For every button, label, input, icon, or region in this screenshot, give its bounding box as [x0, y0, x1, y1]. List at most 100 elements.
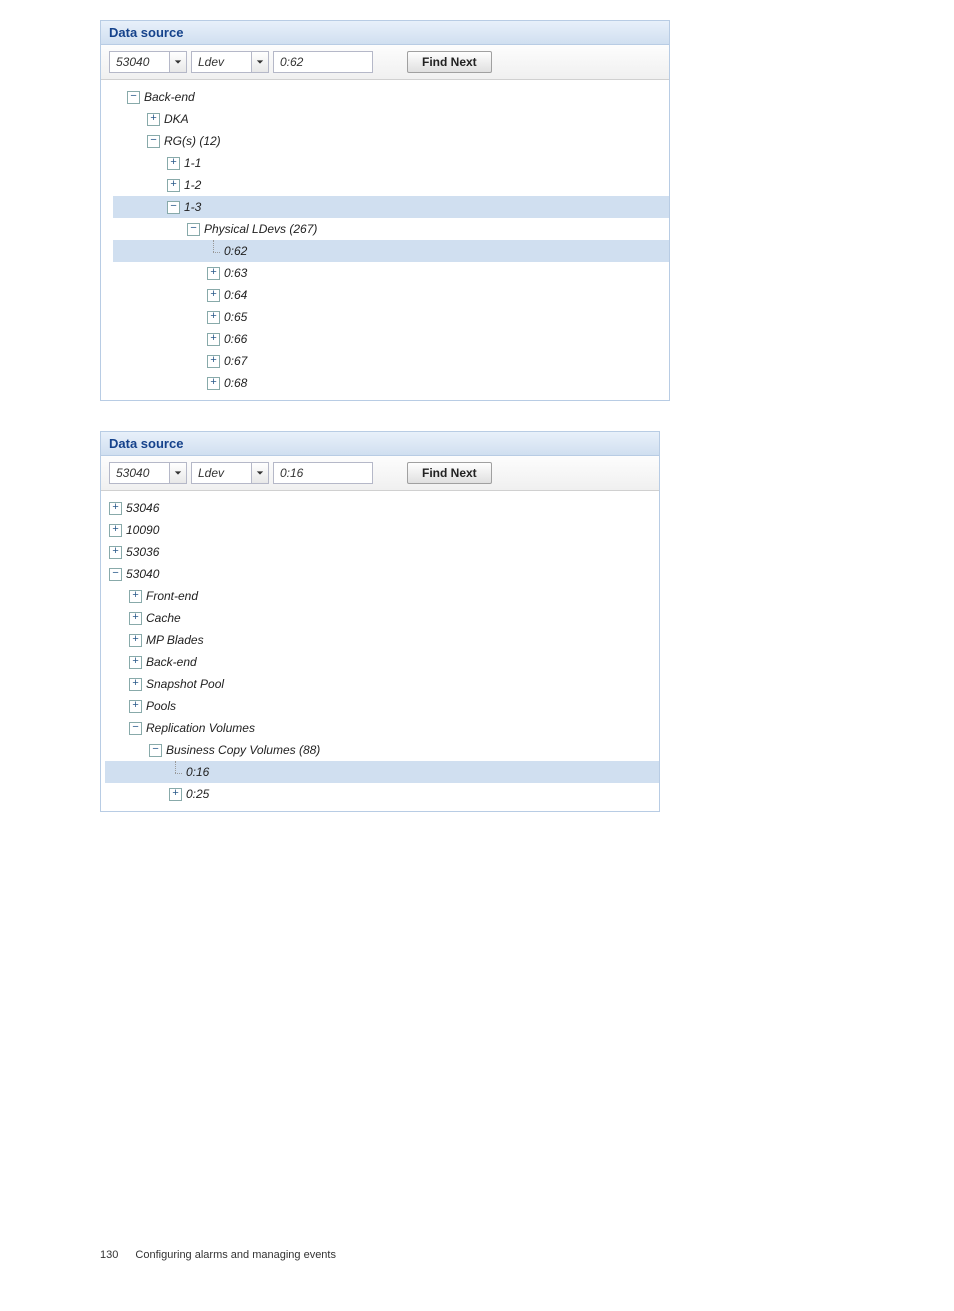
tree-node[interactable]: + Pools	[105, 695, 659, 717]
data-source-panel-2: Data source Find Next +53046+10090+53036…	[100, 431, 660, 812]
tree-node[interactable]: +Snapshot Pool	[105, 673, 659, 695]
expand-icon[interactable]: +	[207, 267, 220, 280]
tree-node-label: 0:65	[224, 310, 247, 324]
chevron-down-icon[interactable]	[169, 51, 187, 73]
expand-icon[interactable]: +	[109, 546, 122, 559]
expand-icon[interactable]: +	[207, 355, 220, 368]
device-combo[interactable]	[109, 51, 187, 73]
expand-icon[interactable]: +	[109, 502, 122, 515]
expand-icon[interactable]: +	[207, 311, 220, 324]
device-input[interactable]	[109, 51, 169, 73]
tree-node-label: Physical LDevs (267)	[204, 222, 317, 236]
expand-icon[interactable]: +	[169, 788, 182, 801]
tree-node-label: 0:16	[186, 765, 209, 779]
type-input[interactable]	[191, 462, 251, 484]
expand-icon[interactable]: +	[207, 333, 220, 346]
tree-node-label: Pools	[146, 699, 176, 713]
tree-node[interactable]: +MP Blades	[105, 629, 659, 651]
tree-node-label: Cache	[146, 611, 181, 625]
tree-node[interactable]: +0:67	[113, 350, 669, 372]
search-toolbar: Find Next	[101, 456, 659, 491]
tree-node-label: RG(s) (12)	[164, 134, 221, 148]
tree-node-label: Back-end	[146, 655, 197, 669]
device-combo[interactable]	[109, 462, 187, 484]
tree-node[interactable]: 0:62	[113, 240, 669, 262]
expand-icon[interactable]: +	[167, 179, 180, 192]
tree-node-label: 0:66	[224, 332, 247, 346]
tree-node[interactable]: +53046	[105, 497, 659, 519]
tree-node-label: 0:64	[224, 288, 247, 302]
collapse-icon[interactable]: −	[127, 91, 140, 104]
tree-node[interactable]: −53040	[105, 563, 659, 585]
collapse-icon[interactable]: −	[167, 201, 180, 214]
expand-icon[interactable]: +	[207, 377, 220, 390]
expand-icon[interactable]: +	[207, 289, 220, 302]
footer-text: Configuring alarms and managing events	[135, 1249, 336, 1261]
tree-node[interactable]: + Cache	[105, 607, 659, 629]
collapse-icon[interactable]: −	[187, 223, 200, 236]
tree-node[interactable]: 0:16	[105, 761, 659, 783]
tree-node-label: 1-1	[184, 156, 201, 170]
tree-node[interactable]: −Business Copy Volumes (88)	[105, 739, 659, 761]
find-next-button[interactable]: Find Next	[407, 51, 492, 73]
collapse-icon[interactable]: −	[149, 744, 162, 757]
tree-node[interactable]: +1-2	[113, 174, 669, 196]
tree-node[interactable]: −Back-end	[113, 86, 669, 108]
type-combo[interactable]	[191, 51, 269, 73]
panel-title: Data source	[101, 21, 669, 45]
tree-elbow-icon	[207, 245, 220, 258]
tree-node[interactable]: +0:68	[113, 372, 669, 394]
tree-node[interactable]: + Front-end	[105, 585, 659, 607]
tree-node-label: 0:25	[186, 787, 209, 801]
tree-node[interactable]: +53036	[105, 541, 659, 563]
tree-node-label: 53046	[126, 501, 159, 515]
tree-node-label: Front-end	[146, 589, 198, 603]
tree-node[interactable]: −RG(s) (12)	[113, 130, 669, 152]
chevron-down-icon[interactable]	[251, 462, 269, 484]
collapse-icon[interactable]: −	[147, 135, 160, 148]
tree-node[interactable]: +0:66	[113, 328, 669, 350]
search-input[interactable]	[273, 462, 373, 484]
search-input[interactable]	[273, 51, 373, 73]
tree-node[interactable]: + DKA	[113, 108, 669, 130]
expand-icon[interactable]: +	[129, 678, 142, 691]
panel-title: Data source	[101, 432, 659, 456]
tree-view[interactable]: −Back-end+DKA−RG(s) (12)+1-1+1-2−1-3−Phy…	[101, 80, 669, 400]
expand-icon[interactable]: +	[129, 634, 142, 647]
tree-node-label: 0:68	[224, 376, 247, 390]
tree-node-label: 53040	[126, 567, 159, 581]
expand-icon[interactable]: +	[109, 524, 122, 537]
tree-node[interactable]: −Replication Volumes	[105, 717, 659, 739]
page-number: 130	[100, 1249, 118, 1261]
tree-node[interactable]: −Physical LDevs (267)	[113, 218, 669, 240]
tree-elbow-icon	[169, 766, 182, 779]
type-input[interactable]	[191, 51, 251, 73]
device-input[interactable]	[109, 462, 169, 484]
tree-node[interactable]: +10090	[105, 519, 659, 541]
tree-node-label: 0:62	[224, 244, 247, 258]
find-next-button[interactable]: Find Next	[407, 462, 492, 484]
expand-icon[interactable]: +	[147, 113, 160, 126]
tree-node[interactable]: +0:64	[113, 284, 669, 306]
type-combo[interactable]	[191, 462, 269, 484]
collapse-icon[interactable]: −	[109, 568, 122, 581]
collapse-icon[interactable]: −	[129, 722, 142, 735]
expand-icon[interactable]: +	[129, 700, 142, 713]
tree-node[interactable]: +0:25	[105, 783, 659, 805]
tree-node[interactable]: +1-1	[113, 152, 669, 174]
chevron-down-icon[interactable]	[169, 462, 187, 484]
tree-node-label: Replication Volumes	[146, 721, 255, 735]
tree-node-label: DKA	[164, 112, 189, 126]
tree-node[interactable]: + Back-end	[105, 651, 659, 673]
chevron-down-icon[interactable]	[251, 51, 269, 73]
tree-view[interactable]: +53046+10090+53036−53040+Front-end+Cache…	[101, 491, 659, 811]
tree-node-label: Back-end	[144, 90, 195, 104]
expand-icon[interactable]: +	[129, 656, 142, 669]
tree-node[interactable]: +0:65	[113, 306, 669, 328]
expand-icon[interactable]: +	[129, 590, 142, 603]
expand-icon[interactable]: +	[129, 612, 142, 625]
tree-node[interactable]: −1-3	[113, 196, 669, 218]
tree-node-label: 0:63	[224, 266, 247, 280]
expand-icon[interactable]: +	[167, 157, 180, 170]
tree-node[interactable]: +0:63	[113, 262, 669, 284]
